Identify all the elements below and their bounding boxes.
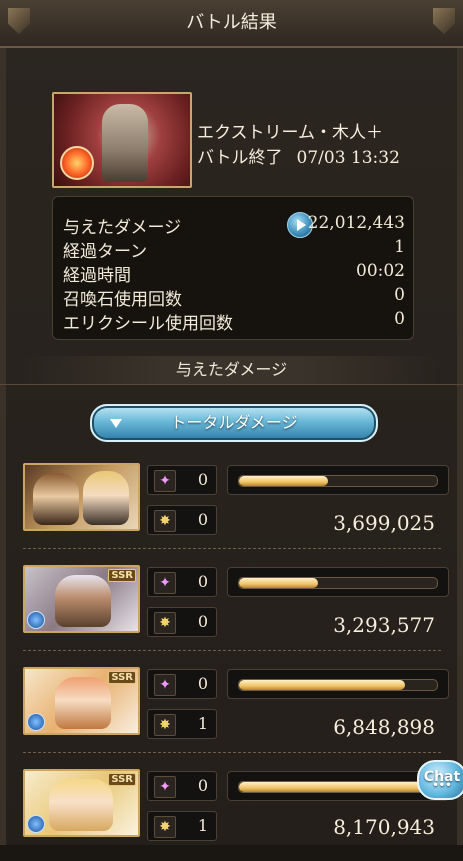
damage-bar-track	[238, 475, 438, 487]
character-damage: 6,848,898	[333, 715, 435, 739]
ssr-badge: SSR	[108, 671, 136, 684]
stat-label: 経過時間	[63, 266, 131, 286]
damage-section-title: 与えたダメージ	[0, 356, 463, 385]
damage-bar-track	[238, 679, 438, 691]
row-divider	[23, 752, 441, 753]
battle-status: バトル終了	[197, 148, 283, 168]
stat-label: 経過ターン	[63, 242, 148, 262]
sparkle-icon: ✦	[154, 572, 176, 594]
character-face	[83, 471, 129, 525]
ougi-count: 0	[197, 612, 208, 631]
page-title: バトル結果	[186, 12, 277, 33]
ougi-icon: ✸	[154, 612, 176, 634]
stat-row-turns: 経過ターン 1	[63, 237, 405, 262]
character-row: ✦ 0 ✸ 0 3,699,025	[0, 463, 463, 555]
ougi-count: 1	[197, 816, 208, 835]
charge-count: 0	[197, 470, 208, 489]
charge-attack-chip: ✦ 0	[147, 567, 217, 597]
element-badge-icon	[27, 611, 45, 629]
sparkle-icon: ✦	[154, 776, 176, 798]
charge-attack-chip: ✦ 0	[147, 771, 217, 801]
character-face	[49, 779, 113, 831]
element-badge-icon	[27, 713, 45, 731]
stat-label: 召喚石使用回数	[63, 290, 182, 310]
training-dummy-image	[102, 104, 148, 182]
stat-value: 00:02	[356, 261, 405, 281]
ougi-icon: ✸	[154, 816, 176, 838]
stat-row-summons: 召喚石使用回数 0	[63, 285, 405, 310]
quest-name: エクストリーム・木人＋	[197, 123, 383, 143]
stat-label: エリクシール使用回数	[63, 314, 233, 334]
ougi-count: 1	[197, 714, 208, 733]
stats-panel: 与えたダメージ 22,012,443 経過ターン 1 経過時間 00:02 召喚…	[52, 196, 414, 340]
ougi-icon: ✸	[154, 510, 176, 532]
character-portrait[interactable]: SSR	[23, 667, 140, 735]
stat-row-damage: 与えたダメージ 22,012,443	[63, 212, 405, 238]
quest-thumbnail	[52, 92, 192, 188]
character-portrait[interactable]: SSR	[23, 769, 140, 837]
row-divider	[23, 548, 441, 549]
damage-bar-fill	[239, 680, 406, 690]
character-portrait[interactable]	[23, 463, 140, 531]
stat-row-elixir: エリクシール使用回数 0	[63, 309, 405, 334]
damage-bar	[227, 771, 449, 801]
stat-value: 0	[394, 309, 405, 329]
character-damage: 8,170,943	[333, 815, 435, 839]
ougi-count: 0	[197, 510, 208, 529]
charge-attack-chip: ✦ 0	[147, 669, 217, 699]
fire-element-icon	[60, 146, 94, 180]
damage-bar	[227, 567, 449, 597]
triangle-down-icon	[110, 419, 122, 428]
charge-count: 0	[197, 572, 208, 591]
chat-button[interactable]: Chat •••	[417, 760, 463, 800]
stat-value: 22,012,443	[307, 213, 405, 233]
row-divider	[23, 650, 441, 651]
stat-value: 1	[394, 237, 405, 257]
character-damage: 3,699,025	[333, 511, 435, 535]
charge-attack-chip: ✦ 0	[147, 465, 217, 495]
character-face	[55, 575, 111, 627]
ougi-chip: ✸ 0	[147, 505, 217, 535]
ougi-chip: ✸ 1	[147, 811, 217, 841]
damage-bar	[227, 465, 449, 495]
ssr-badge: SSR	[108, 773, 136, 786]
character-damage: 3,293,577	[333, 613, 435, 637]
stat-label: 与えたダメージ	[63, 218, 182, 238]
damage-bar-fill	[239, 476, 329, 486]
ougi-icon: ✸	[154, 714, 176, 736]
total-damage-button[interactable]: トータルダメージ	[90, 404, 378, 442]
character-row: SSR ✦ 0 ✸ 1 6,848,898	[0, 667, 463, 759]
character-row: SSR ✦ 0 ✸ 0 3,293,577	[0, 565, 463, 657]
stat-value: 0	[394, 285, 405, 305]
character-face	[33, 473, 79, 525]
sparkle-icon: ✦	[154, 470, 176, 492]
damage-bar	[227, 669, 449, 699]
damage-bar-track	[238, 781, 438, 793]
element-badge-icon	[27, 815, 45, 833]
character-portrait[interactable]: SSR	[23, 565, 140, 633]
character-row: SSR ✦ 0 ✸ 1 8,170,943	[0, 769, 463, 861]
charge-count: 0	[197, 674, 208, 693]
ssr-badge: SSR	[108, 569, 136, 582]
stat-row-time: 経過時間 00:02	[63, 261, 405, 286]
sparkle-icon: ✦	[154, 674, 176, 696]
ougi-chip: ✸ 1	[147, 709, 217, 739]
total-damage-label: トータルダメージ	[170, 413, 298, 432]
damage-bar-fill	[239, 782, 437, 792]
damage-bar-track	[238, 577, 438, 589]
header-bar: バトル結果	[0, 0, 463, 48]
charge-count: 0	[197, 776, 208, 795]
character-face	[55, 677, 111, 729]
ougi-chip: ✸ 0	[147, 607, 217, 637]
damage-bar-fill	[239, 578, 319, 588]
battle-datetime: 07/03 13:32	[296, 148, 400, 168]
quest-status-line: バトル終了 07/03 13:32	[197, 143, 400, 168]
header-ornament-right	[433, 8, 455, 34]
chat-dots-icon: •••	[432, 780, 452, 791]
header-ornament-left	[8, 8, 30, 34]
